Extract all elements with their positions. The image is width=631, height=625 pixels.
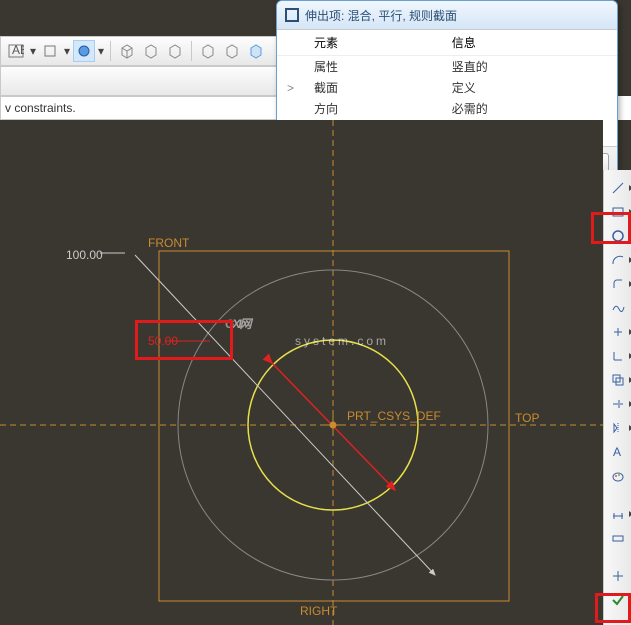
drag-tool-icon[interactable]	[608, 566, 628, 586]
dim-outer: 100.00	[66, 248, 103, 262]
dim-inner: 50.00	[148, 334, 178, 348]
fillet-tool-icon[interactable]	[608, 274, 628, 294]
point-tool-icon[interactable]	[608, 322, 628, 342]
label-right: RIGHT	[300, 604, 338, 618]
offset-tool-icon[interactable]	[608, 370, 628, 390]
model-canvas[interactable]: 100.00 50.00 FRONT RIGHT TOP PRT_CSYS_DE…	[0, 120, 603, 625]
table-row[interactable]: 方向必需的	[277, 98, 617, 119]
tool-box-icon[interactable]	[39, 40, 61, 62]
tool-cube5-icon[interactable]	[221, 40, 243, 62]
palette-tool-icon[interactable]	[608, 466, 628, 486]
svg-text:AB: AB	[12, 44, 24, 57]
dialog-title: 伸出项: 混合, 平行, 规则截面	[305, 7, 457, 24]
dropdown-icon[interactable]: ▾	[97, 44, 105, 58]
tool-cube6-icon[interactable]	[245, 40, 267, 62]
main-toolbar: AB ▾ ▾ ▾	[0, 36, 280, 66]
mirror-tool-icon[interactable]	[608, 418, 628, 438]
label-csys: PRT_CSYS_DEF	[347, 409, 441, 423]
status-bar: v constraints.	[0, 96, 280, 120]
right-toolbar: A	[603, 170, 631, 625]
toolbar-row2	[0, 66, 280, 96]
text-tool-icon[interactable]: A	[608, 442, 628, 462]
dim-tool-icon[interactable]	[608, 504, 628, 524]
circle-tool-icon[interactable]	[608, 226, 628, 246]
label-top: TOP	[515, 411, 539, 425]
table-row[interactable]: 属性竖直的	[277, 56, 617, 78]
toolbar-separator	[191, 41, 192, 61]
tool-cube1-icon[interactable]	[116, 40, 138, 62]
sketch-svg: 100.00 50.00 FRONT RIGHT TOP PRT_CSYS_DE…	[0, 120, 603, 625]
dialog-icon	[285, 8, 299, 22]
status-text: v constraints.	[5, 101, 76, 115]
tool-sphere-icon[interactable]	[73, 40, 95, 62]
dropdown-icon[interactable]: ▾	[29, 44, 37, 58]
dropdown-icon[interactable]: ▾	[63, 44, 71, 58]
line-tool-icon[interactable]	[608, 178, 628, 198]
label-front: FRONT	[148, 236, 190, 250]
tool-text-icon[interactable]: AB	[5, 40, 27, 62]
rect-tool-icon[interactable]	[608, 202, 628, 222]
tool-cube4-icon[interactable]	[197, 40, 219, 62]
col-element: 元素	[304, 30, 442, 56]
modify-tool-icon[interactable]	[608, 528, 628, 548]
svg-text:A: A	[613, 445, 621, 459]
spline-tool-icon[interactable]	[608, 298, 628, 318]
trim-tool-icon[interactable]	[608, 394, 628, 414]
col-info: 信息	[442, 30, 617, 56]
dialog-titlebar[interactable]: 伸出项: 混合, 平行, 规则截面	[277, 1, 617, 29]
toolbar-separator	[110, 41, 111, 61]
table-row[interactable]: >截面定义	[277, 77, 617, 98]
tool-cube2-icon[interactable]	[140, 40, 162, 62]
axis-tool-icon[interactable]	[608, 346, 628, 366]
done-tool-icon[interactable]	[608, 590, 628, 610]
arc-tool-icon[interactable]	[608, 250, 628, 270]
tool-cube3-icon[interactable]	[164, 40, 186, 62]
